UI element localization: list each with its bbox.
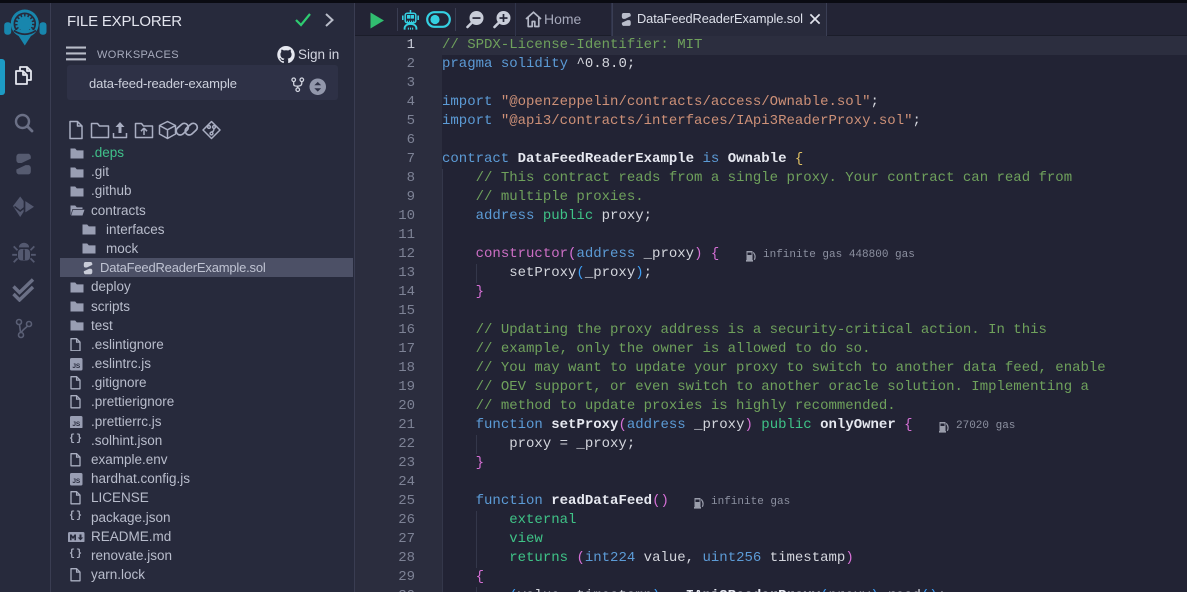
svg-text:JS: JS <box>72 478 81 485</box>
svg-text:JS: JS <box>72 420 81 427</box>
svg-text:JS: JS <box>72 363 81 370</box>
